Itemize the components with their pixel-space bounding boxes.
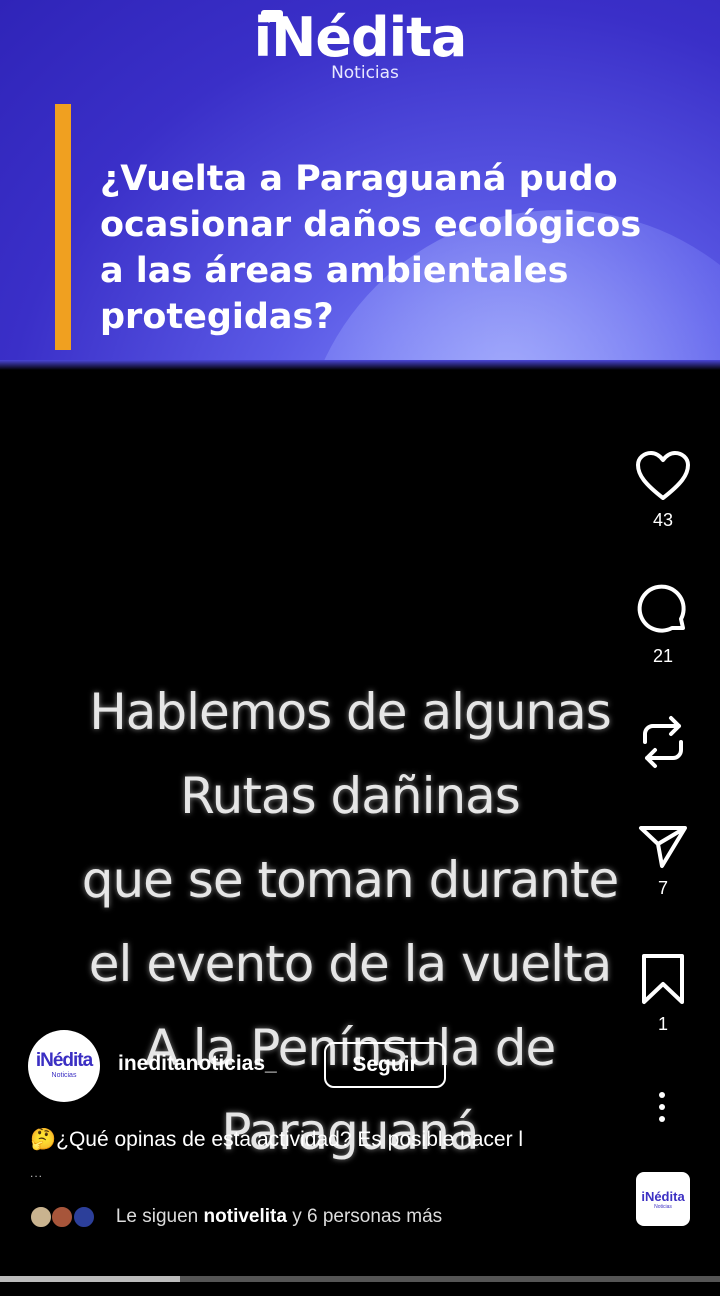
follow-button[interactable]: Seguir bbox=[324, 1042, 446, 1088]
avatar-logo-word: iNédita bbox=[35, 1050, 93, 1071]
followed-by-name: notivelita bbox=[203, 1206, 287, 1228]
post-caption[interactable]: 🤔¿Qué opinas de esta actividad? Es posib… bbox=[30, 1128, 630, 1152]
brand-logo: iNédita Noticias bbox=[0, 6, 720, 83]
video-progress-bar[interactable] bbox=[0, 1276, 720, 1282]
follower-avatar bbox=[72, 1206, 95, 1228]
caption-more[interactable]: ... bbox=[30, 1166, 43, 1180]
audio-logo-sub: Noticias bbox=[654, 1204, 672, 1210]
heart-icon bbox=[636, 451, 690, 500]
save-count: 1 bbox=[657, 1014, 668, 1034]
logo-word: iNédita bbox=[253, 6, 468, 69]
post-banner: iNédita Noticias ¿Vuelta a Paraguaná pud… bbox=[0, 0, 720, 370]
banner-headline: ¿Vuelta a Paraguaná pudo ocasionar daños… bbox=[100, 159, 642, 337]
avatar-logo-sub: Noticias bbox=[51, 1072, 77, 1079]
video-caption-overlay: Hablemos de algunas Rutas dañinas que se… bbox=[81, 683, 620, 1161]
audio-thumbnail[interactable]: iNédita Noticias bbox=[636, 1172, 690, 1226]
follower-avatar bbox=[51, 1206, 74, 1228]
repost-button[interactable] bbox=[626, 712, 700, 772]
comment-icon bbox=[637, 584, 686, 633]
banner-fade bbox=[0, 360, 720, 370]
follower-avatar bbox=[30, 1206, 52, 1228]
send-icon bbox=[639, 826, 687, 868]
share-count: 7 bbox=[657, 878, 668, 898]
like-count: 43 bbox=[652, 510, 674, 530]
repost-icon bbox=[643, 716, 683, 768]
audio-logo-word: iNédita bbox=[641, 1189, 685, 1204]
like-button[interactable]: 43 bbox=[626, 450, 700, 531]
account-avatar[interactable]: iNédita Noticias bbox=[28, 1030, 100, 1102]
save-button[interactable]: 1 bbox=[626, 952, 700, 1035]
account-username[interactable]: ineditanoticias_ bbox=[118, 1052, 277, 1076]
logo-subtitle: Noticias bbox=[331, 63, 399, 83]
comment-count: 21 bbox=[652, 646, 674, 666]
followed-by-suffix: y 6 personas más bbox=[292, 1206, 443, 1228]
accent-bar bbox=[55, 104, 71, 350]
more-options-icon[interactable] bbox=[652, 1092, 672, 1128]
bookmark-icon bbox=[642, 954, 684, 1004]
comment-button[interactable]: 21 bbox=[626, 582, 700, 667]
followed-by-prefix: Le siguen bbox=[115, 1206, 199, 1228]
followed-by-row[interactable]: Le siguen notivelita y 6 personas más bbox=[30, 1206, 442, 1228]
share-button[interactable]: 7 bbox=[626, 824, 700, 899]
video-progress-fill bbox=[0, 1276, 180, 1282]
